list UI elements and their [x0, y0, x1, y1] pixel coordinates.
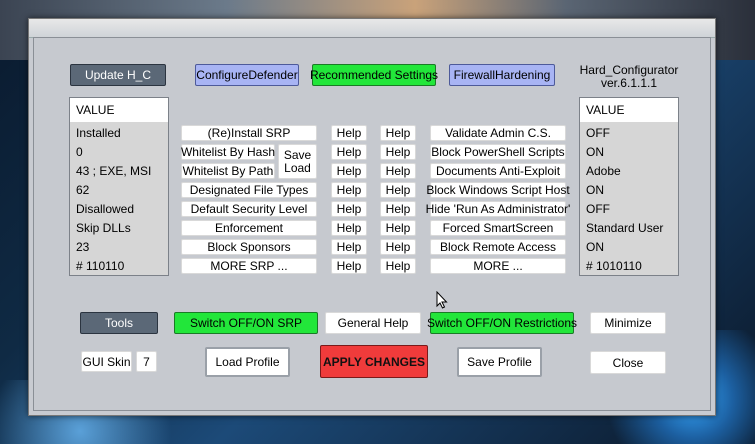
firewall-hardening-button[interactable]: FirewallHardening — [449, 64, 555, 86]
app-name-label: Hard_Configurator — [579, 63, 679, 77]
block-powershell-scripts-button[interactable]: Block PowerShell Scripts — [430, 144, 566, 160]
enforcement-button[interactable]: Enforcement — [181, 220, 317, 236]
left-value-row: 23 — [76, 240, 90, 254]
block-sponsors-button[interactable]: Block Sponsors — [181, 239, 317, 255]
close-button[interactable]: Close — [590, 351, 666, 374]
left-value-panel: VALUE Installed 0 43 ; EXE, MSI 62 Disal… — [69, 97, 169, 276]
hard-configurator-window: Update H_C ConfigureDefender Recommended… — [28, 18, 716, 416]
general-help-button[interactable]: General Help — [325, 312, 421, 334]
left-value-row: # 110110 — [76, 259, 125, 273]
window-titlebar[interactable] — [29, 19, 715, 38]
save-load-button[interactable]: Save Load — [278, 144, 317, 179]
block-windows-script-host-button[interactable]: Block Windows Script Host — [426, 182, 570, 198]
left-value-row: Installed — [76, 126, 121, 140]
apply-changes-button[interactable]: APPLY CHANGES — [320, 345, 428, 378]
right-value-row: ON — [586, 183, 604, 197]
switch-srp-button[interactable]: Switch OFF/ON SRP — [174, 312, 318, 334]
help-button-restr-6[interactable]: Help — [380, 220, 416, 236]
whitelist-by-hash-button[interactable]: Whitelist By Hash — [181, 144, 275, 160]
more-restrictions-button[interactable]: MORE ... — [430, 258, 566, 274]
help-button-restr-7[interactable]: Help — [380, 239, 416, 255]
tools-button[interactable]: Tools — [80, 312, 158, 334]
recommended-settings-button[interactable]: Recommended Settings — [310, 64, 438, 86]
gui-skin-button[interactable]: GUI Skin — [81, 351, 132, 372]
more-srp-button[interactable]: MORE SRP ... — [181, 258, 317, 274]
help-button-srp-5[interactable]: Help — [331, 201, 367, 217]
block-remote-access-button[interactable]: Block Remote Access — [430, 239, 566, 255]
whitelist-by-path-button[interactable]: Whitelist By Path — [181, 163, 275, 179]
help-button-srp-3[interactable]: Help — [331, 163, 367, 179]
left-value-row: 43 ; EXE, MSI — [76, 164, 152, 178]
load-label: Load — [284, 160, 311, 175]
help-button-restr-2[interactable]: Help — [380, 144, 416, 160]
save-profile-button[interactable]: Save Profile — [457, 347, 542, 377]
help-button-srp-4[interactable]: Help — [331, 182, 367, 198]
right-value-row: Standard User — [586, 221, 664, 235]
documents-anti-exploit-button[interactable]: Documents Anti-Exploit — [430, 163, 566, 179]
left-panel-header: VALUE — [70, 98, 168, 122]
left-value-row: Disallowed — [76, 202, 135, 216]
right-value-row: Adobe — [586, 164, 621, 178]
right-value-row: OFF — [586, 202, 610, 216]
left-value-row: 62 — [76, 183, 90, 197]
help-button-restr-3[interactable]: Help — [380, 163, 416, 179]
help-button-srp-7[interactable]: Help — [331, 239, 367, 255]
help-button-restr-4[interactable]: Help — [380, 182, 416, 198]
mouse-cursor-icon — [436, 291, 448, 309]
right-panel-header: VALUE — [580, 98, 678, 122]
default-security-level-button[interactable]: Default Security Level — [181, 201, 317, 217]
help-button-restr-8[interactable]: Help — [380, 258, 416, 274]
left-value-row: 0 — [76, 145, 83, 159]
help-button-srp-1[interactable]: Help — [331, 125, 367, 141]
forced-smartscreen-button[interactable]: Forced SmartScreen — [430, 220, 566, 236]
help-button-srp-2[interactable]: Help — [331, 144, 367, 160]
right-value-panel: VALUE OFF ON Adobe ON OFF Standard User … — [579, 97, 679, 276]
designated-file-types-button[interactable]: Designated File Types — [181, 182, 317, 198]
right-value-row: ON — [586, 240, 604, 254]
right-value-row: OFF — [586, 126, 610, 140]
right-value-row: ON — [586, 145, 604, 159]
window-client-area: Update H_C ConfigureDefender Recommended… — [33, 37, 711, 411]
left-value-row: Skip DLLs — [76, 221, 131, 235]
hide-run-as-admin-button[interactable]: Hide 'Run As Administrator' — [426, 201, 570, 217]
validate-admin-cs-button[interactable]: Validate Admin C.S. — [430, 125, 566, 141]
reinstall-srp-button[interactable]: (Re)Install SRP — [181, 125, 317, 141]
configure-defender-button[interactable]: ConfigureDefender — [195, 64, 299, 86]
help-button-srp-6[interactable]: Help — [331, 220, 367, 236]
minimize-button[interactable]: Minimize — [590, 312, 666, 334]
update-hc-button[interactable]: Update H_C — [70, 64, 166, 86]
app-version-label: ver.6.1.1.1 — [600, 76, 658, 90]
right-value-row: # 1010110 — [586, 259, 642, 273]
help-button-srp-8[interactable]: Help — [331, 258, 367, 274]
help-button-restr-5[interactable]: Help — [380, 201, 416, 217]
load-profile-button[interactable]: Load Profile — [205, 347, 290, 377]
save-label: Save — [283, 147, 312, 162]
gui-skin-number[interactable]: 7 — [136, 351, 157, 372]
switch-restrictions-button[interactable]: Switch OFF/ON Restrictions — [427, 312, 577, 334]
help-button-restr-1[interactable]: Help — [380, 125, 416, 141]
